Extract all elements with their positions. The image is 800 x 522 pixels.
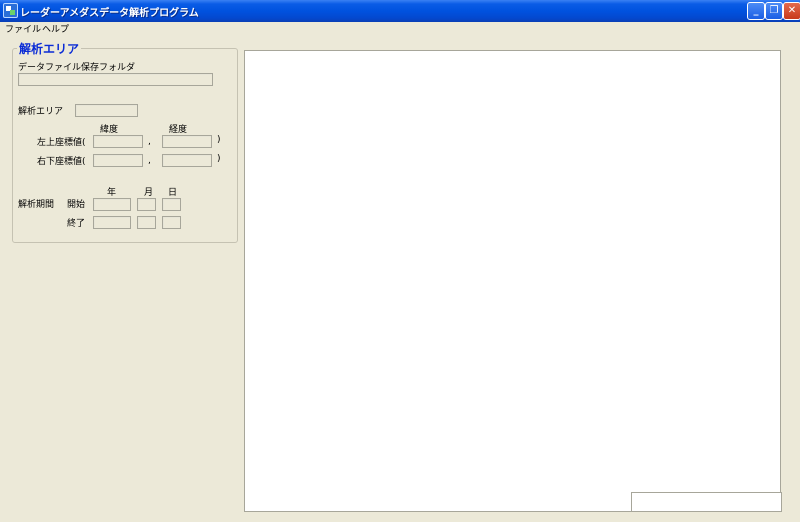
lower-right-close-paren: ) [217, 154, 221, 164]
area-field[interactable] [75, 104, 138, 117]
menu-bar: ファイル ヘルプ [0, 20, 800, 35]
latitude-header: 緯度 [100, 125, 119, 135]
upper-left-close-paren: ) [217, 135, 221, 145]
end-label: 終了 [67, 219, 86, 229]
display-canvas[interactable] [244, 50, 781, 512]
lower-right-lat-field[interactable] [93, 154, 143, 167]
start-month-field[interactable] [137, 198, 156, 211]
end-day-field[interactable] [162, 216, 181, 229]
app-icon[interactable] [3, 3, 18, 18]
status-box [631, 492, 782, 512]
start-label: 開始 [67, 200, 86, 210]
end-month-field[interactable] [137, 216, 156, 229]
upper-left-lon-field[interactable] [162, 135, 212, 148]
menu-file[interactable]: ファイル [5, 22, 41, 35]
lower-right-label: 右下座標値( [37, 157, 86, 167]
menu-help[interactable]: ヘルプ [42, 22, 69, 35]
group-title: 解析エリア [17, 40, 82, 57]
folder-field[interactable] [18, 73, 213, 86]
longitude-header: 経度 [169, 125, 188, 135]
end-year-field[interactable] [93, 216, 131, 229]
start-day-field[interactable] [162, 198, 181, 211]
folder-label: データファイル保存フォルダ [18, 63, 136, 73]
period-label: 解析期間 [18, 200, 55, 210]
window-title: レーダーアメダスデータ解析プログラム [20, 8, 199, 19]
month-header: 月 [144, 188, 154, 198]
minimize-button[interactable]: _ [747, 2, 765, 20]
title-bar[interactable]: レーダーアメダスデータ解析プログラム _ ❐ ✕ [0, 0, 800, 22]
upper-left-label: 左上座標値( [37, 138, 86, 148]
upper-left-comma: , [148, 137, 151, 147]
day-header: 日 [168, 188, 178, 198]
upper-left-lat-field[interactable] [93, 135, 143, 148]
lower-right-comma: , [148, 156, 151, 166]
restore-button[interactable]: ❐ [765, 2, 783, 20]
lower-right-lon-field[interactable] [162, 154, 212, 167]
close-button[interactable]: ✕ [783, 2, 800, 20]
start-year-field[interactable] [93, 198, 131, 211]
area-label: 解析エリア [18, 107, 64, 117]
year-header: 年 [107, 188, 117, 198]
